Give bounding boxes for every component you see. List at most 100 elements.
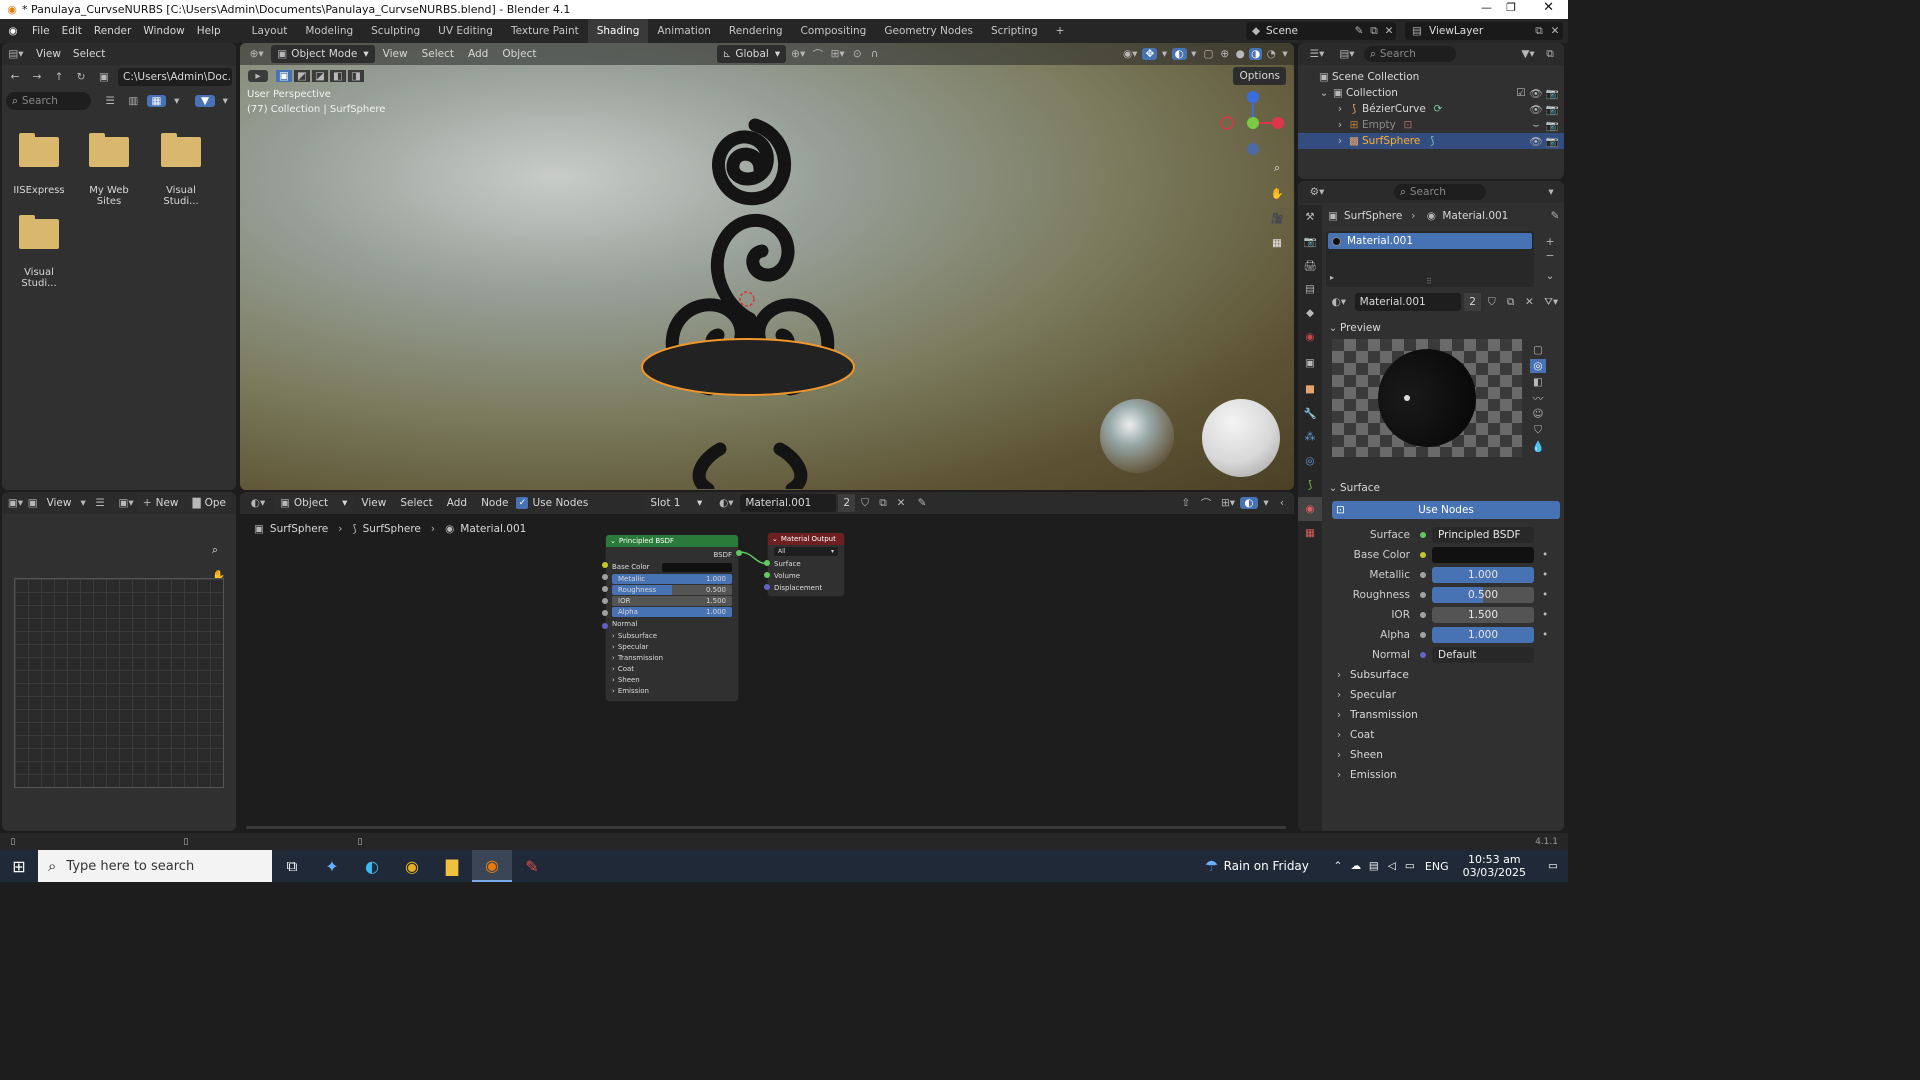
bsdf-output-socket[interactable]: BSDF: [606, 549, 738, 561]
menu-edit[interactable]: Edit: [56, 22, 88, 40]
keyframe-icon[interactable]: •: [1542, 589, 1548, 601]
flat-preview-icon[interactable]: ▢: [1530, 343, 1546, 357]
transform-orientation-selector[interactable]: ⊾ Global ▾: [716, 45, 787, 63]
base-color-field[interactable]: [1432, 547, 1534, 563]
expand-arrow-icon[interactable]: ›: [1334, 119, 1346, 131]
alpha-slider[interactable]: Alpha 1.000: [612, 607, 732, 617]
tab-uv-editing[interactable]: UV Editing: [429, 19, 502, 43]
wireframe-shading-icon[interactable]: ⊕: [1218, 48, 1231, 60]
shader-type-selector[interactable]: ▣ Object ▾: [274, 494, 354, 512]
delete-viewlayer-icon[interactable]: ✕: [1547, 25, 1563, 37]
select-tool-icon[interactable]: ▸: [248, 70, 268, 82]
outliner-search-input[interactable]: ⌕ Search: [1364, 46, 1456, 62]
sphere-preview-icon[interactable]: ◎: [1530, 359, 1546, 373]
editor-type-icon[interactable]: ◐▾: [244, 497, 272, 509]
camera-view-icon[interactable]: 🎥: [1268, 209, 1286, 227]
section-specular[interactable]: › Specular: [1326, 685, 1562, 705]
viewlayer-selector[interactable]: ▤ ViewLayer ⧉ ✕: [1405, 22, 1563, 40]
xray-icon[interactable]: ▢: [1201, 48, 1216, 60]
3d-viewport[interactable]: ⊕▾ ▣ Object Mode ▾ View Select Add Object …: [240, 43, 1294, 490]
render-tab-icon[interactable]: 📷: [1298, 229, 1322, 253]
surface-input-dot[interactable]: [764, 560, 770, 566]
modifier-tab-icon[interactable]: 🔧: [1298, 401, 1322, 425]
chevron-down-icon[interactable]: ▾: [1159, 48, 1169, 60]
unlink-icon[interactable]: ✕: [1522, 296, 1538, 308]
material-browse-icon[interactable]: ◐▾: [714, 497, 738, 509]
chevron-down-icon[interactable]: ▾: [1260, 497, 1272, 509]
outliner-item-beziercurve[interactable]: › ⟆ BézierCurve ⟳ 👁 📷: [1298, 101, 1564, 117]
roughness-slider[interactable]: Roughness 0.500: [612, 585, 732, 595]
camera-icon[interactable]: 📷: [1544, 135, 1560, 148]
blender-menu-icon[interactable]: ◉: [0, 25, 26, 37]
editor-type-icon[interactable]: ☰▾: [1304, 48, 1330, 60]
user-count[interactable]: 2: [838, 494, 855, 512]
select-subtract-icon[interactable]: ◪: [312, 70, 328, 82]
unlink-icon[interactable]: ✕: [893, 497, 909, 509]
select-invert-icon[interactable]: ◧: [330, 70, 346, 82]
outliner-item-scene-collection[interactable]: ▣ Scene Collection: [1298, 69, 1564, 85]
editor-type-icon[interactable]: ⚙▾: [1304, 186, 1330, 198]
node-add-menu[interactable]: Add: [441, 494, 473, 512]
material-shading-icon[interactable]: ◑: [1248, 48, 1263, 60]
snap-icon[interactable]: ⌒: [810, 47, 825, 62]
surface-socket-icon[interactable]: [1420, 532, 1426, 538]
tab-rendering[interactable]: Rendering: [720, 19, 792, 43]
cloth-preview-icon[interactable]: ⛉: [1530, 423, 1546, 437]
pin-icon[interactable]: ✎: [911, 497, 933, 509]
folder-item[interactable]: Visual Studi...: [148, 133, 214, 207]
base-color-dot[interactable]: [602, 562, 608, 568]
resize-handle[interactable]: ⠿: [1426, 277, 1432, 286]
network-icon[interactable]: ▤: [1365, 860, 1383, 872]
volume-input-socket[interactable]: Volume: [768, 570, 844, 582]
base-color-socket[interactable]: Base Color: [606, 561, 738, 573]
section-coat[interactable]: › Coat: [1326, 725, 1562, 745]
image-mode-icon[interactable]: ▣: [27, 497, 39, 509]
select-intersect-icon[interactable]: ◨: [348, 70, 364, 82]
viewport-object-menu[interactable]: Object: [496, 45, 542, 63]
folder-item[interactable]: IISExpress: [8, 133, 70, 196]
node-section-emission[interactable]: › Emission: [606, 685, 738, 696]
blender-taskbar-icon[interactable]: ◉: [472, 850, 512, 882]
displacement-input-socket[interactable]: Displacement: [768, 582, 844, 594]
tray-chevron-icon[interactable]: ⌃: [1329, 860, 1347, 872]
properties-search-input[interactable]: ⌕ Search: [1394, 184, 1486, 200]
ior-field[interactable]: IOR 1.500: [612, 596, 732, 606]
tab-texture-paint[interactable]: Texture Paint: [502, 19, 588, 43]
snap-target-icon[interactable]: ⊞▾: [828, 48, 848, 60]
texture-tab-icon[interactable]: ▦: [1298, 521, 1322, 545]
outliner-item-collection[interactable]: ⌄ ▣ Collection ☑ 👁 📷: [1298, 85, 1564, 101]
tool-tab-icon[interactable]: ⚒: [1298, 205, 1322, 229]
volume-icon[interactable]: ◁: [1383, 860, 1401, 872]
slot-menu-icon[interactable]: ⌄: [1542, 270, 1558, 282]
filter-icon[interactable]: ▼: [195, 95, 215, 107]
particles-tab-icon[interactable]: ⁂: [1298, 425, 1322, 449]
perspective-grid-icon[interactable]: ▦: [1268, 234, 1286, 252]
checkbox-icon[interactable]: ☑: [1514, 87, 1528, 99]
chevron-down-icon[interactable]: ▾: [170, 95, 183, 107]
add-workspace-button[interactable]: +: [1047, 19, 1074, 43]
physics-tab-icon[interactable]: ◎: [1298, 449, 1322, 473]
image-view-menu[interactable]: View: [41, 494, 78, 512]
fake-user-icon[interactable]: ⛉: [857, 497, 873, 510]
outliner-item-empty[interactable]: › ⊞ Empty ⊡ ⌣ 📷: [1298, 117, 1564, 133]
new-viewlayer-icon[interactable]: ⧉: [1531, 25, 1547, 38]
select-new-icon[interactable]: ▣: [276, 70, 292, 82]
metallic-slider[interactable]: Metallic 1.000: [612, 574, 732, 584]
node-section-specular[interactable]: › Specular: [606, 641, 738, 652]
overlay-icon[interactable]: ◐: [1240, 497, 1258, 509]
windows-start-icon[interactable]: ⊞: [0, 857, 38, 876]
list-horizontal-icon[interactable]: ▥: [124, 95, 143, 107]
editor-type-icon[interactable]: ⊕▾: [244, 48, 269, 60]
close-icon[interactable]: ✕: [1543, 0, 1554, 15]
remove-slot-icon[interactable]: −: [1542, 250, 1558, 262]
proportional-edit-icon[interactable]: ⊙: [850, 48, 865, 60]
node-material-field[interactable]: Material.001: [740, 494, 837, 512]
tab-modeling[interactable]: Modeling: [296, 19, 362, 43]
folder-item[interactable]: Visual Studi...: [6, 215, 72, 289]
open-image-button[interactable]: ▇ Ope: [186, 494, 232, 512]
monkey-preview-icon[interactable]: ☺: [1530, 407, 1546, 421]
gizmo-icon[interactable]: ✥: [1142, 48, 1158, 60]
clock[interactable]: 10:53 am 03/03/2025: [1463, 853, 1526, 879]
minimize-icon[interactable]: —: [1481, 1, 1492, 14]
keyframe-icon[interactable]: •: [1542, 549, 1548, 561]
